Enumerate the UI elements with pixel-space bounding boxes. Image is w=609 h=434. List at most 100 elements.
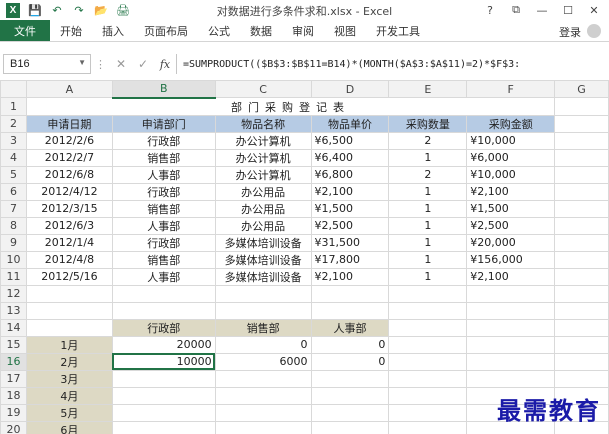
data-cell[interactable]: 2012/3/15 <box>25 199 113 218</box>
data-cell[interactable]: ¥10,000 <box>466 165 556 184</box>
tab-insert[interactable]: 插入 <box>92 20 134 41</box>
header-date[interactable]: 申请日期 <box>25 114 113 133</box>
data-cell[interactable]: 2 <box>388 131 468 150</box>
cell[interactable] <box>214 284 312 303</box>
data-cell[interactable]: ¥2,500 <box>310 216 390 235</box>
data-cell[interactable]: 1 <box>388 267 468 286</box>
summary-header[interactable]: 销售部 <box>214 318 312 337</box>
cell[interactable] <box>466 352 556 371</box>
row-header[interactable]: 13 <box>0 301 27 320</box>
data-cell[interactable]: 行政部 <box>111 182 216 201</box>
data-cell[interactable]: ¥6,800 <box>310 165 390 184</box>
column-header[interactable]: F <box>466 80 556 98</box>
data-cell[interactable]: 行政部 <box>111 131 216 150</box>
data-cell[interactable]: 多媒体培训设备 <box>214 250 312 269</box>
summary-value[interactable]: 0 <box>214 335 312 354</box>
data-cell[interactable]: ¥1,500 <box>310 199 390 218</box>
summary-month[interactable]: 5月 <box>25 403 113 422</box>
data-cell[interactable]: 办公计算机 <box>214 148 312 167</box>
data-cell[interactable]: 2012/1/4 <box>25 233 113 252</box>
data-cell[interactable]: 销售部 <box>111 148 216 167</box>
data-cell[interactable]: ¥20,000 <box>466 233 556 252</box>
select-all-corner[interactable] <box>0 80 27 98</box>
cell[interactable] <box>466 335 556 354</box>
cell[interactable] <box>388 335 468 354</box>
name-box[interactable]: B16 ▼ <box>3 54 91 74</box>
data-cell[interactable]: ¥17,800 <box>310 250 390 269</box>
data-cell[interactable]: ¥10,000 <box>466 131 556 150</box>
row-header[interactable]: 19 <box>0 403 27 422</box>
row-header[interactable]: 1 <box>0 97 27 116</box>
summary-value[interactable] <box>214 369 312 388</box>
chevron-down-icon[interactable]: ▼ <box>78 58 86 67</box>
cell[interactable] <box>388 420 468 434</box>
summary-month[interactable]: 3月 <box>25 369 113 388</box>
data-cell[interactable]: 多媒体培训设备 <box>214 267 312 286</box>
row-header[interactable]: 9 <box>0 233 27 252</box>
close-icon[interactable]: ✕ <box>581 0 607 20</box>
cell[interactable] <box>466 318 556 337</box>
tab-data[interactable]: 数据 <box>240 20 282 41</box>
column-header[interactable]: E <box>388 80 468 98</box>
data-cell[interactable]: 办公计算机 <box>214 165 312 184</box>
summary-month[interactable]: 6月 <box>25 420 113 434</box>
data-cell[interactable]: 2012/6/3 <box>25 216 113 235</box>
data-cell[interactable]: 办公计算机 <box>214 131 312 150</box>
summary-header[interactable]: 行政部 <box>111 318 216 337</box>
cell[interactable] <box>25 318 113 337</box>
redo-icon[interactable]: ↷ <box>72 3 86 17</box>
column-header[interactable]: D <box>310 80 390 98</box>
row-header[interactable]: 7 <box>0 199 27 218</box>
user-avatar-icon[interactable] <box>587 24 601 38</box>
data-cell[interactable]: ¥2,100 <box>310 267 390 286</box>
tab-home[interactable]: 开始 <box>50 20 92 41</box>
data-cell[interactable]: 人事部 <box>111 216 216 235</box>
summary-header[interactable]: 人事部 <box>310 318 390 337</box>
cell[interactable] <box>554 352 609 371</box>
tab-view[interactable]: 视图 <box>324 20 366 41</box>
data-cell[interactable]: 1 <box>388 250 468 269</box>
row-header[interactable]: 6 <box>0 182 27 201</box>
cell[interactable] <box>388 369 468 388</box>
tab-formulas[interactable]: 公式 <box>198 20 240 41</box>
data-cell[interactable]: 2012/5/16 <box>25 267 113 286</box>
cell[interactable] <box>554 250 609 269</box>
summary-value[interactable]: 0 <box>310 335 390 354</box>
cell[interactable] <box>310 284 390 303</box>
summary-value[interactable] <box>310 369 390 388</box>
summary-value[interactable] <box>214 420 312 434</box>
data-cell[interactable]: 2 <box>388 165 468 184</box>
cell[interactable] <box>554 114 609 133</box>
cell[interactable] <box>214 301 312 320</box>
cell[interactable] <box>554 267 609 286</box>
undo-icon[interactable]: ↶ <box>50 3 64 17</box>
data-cell[interactable]: 行政部 <box>111 233 216 252</box>
data-cell[interactable]: 2012/2/7 <box>25 148 113 167</box>
data-cell[interactable]: 多媒体培训设备 <box>214 233 312 252</box>
summary-value[interactable] <box>310 420 390 434</box>
header-quantity[interactable]: 采购数量 <box>388 114 468 133</box>
data-cell[interactable]: ¥2,100 <box>310 182 390 201</box>
summary-value[interactable] <box>310 403 390 422</box>
summary-value[interactable] <box>111 420 216 434</box>
row-header[interactable]: 20 <box>0 420 27 434</box>
tab-review[interactable]: 审阅 <box>282 20 324 41</box>
data-cell[interactable]: 1 <box>388 148 468 167</box>
header-item-name[interactable]: 物品名称 <box>214 114 312 133</box>
data-cell[interactable]: 人事部 <box>111 267 216 286</box>
data-cell[interactable]: ¥2,100 <box>466 182 556 201</box>
row-header[interactable]: 16 <box>0 352 27 371</box>
data-cell[interactable]: 1 <box>388 233 468 252</box>
data-cell[interactable]: 销售部 <box>111 250 216 269</box>
data-cell[interactable]: ¥2,500 <box>466 216 556 235</box>
cell[interactable] <box>554 216 609 235</box>
data-cell[interactable]: 办公用品 <box>214 216 312 235</box>
cell[interactable] <box>554 165 609 184</box>
summary-month[interactable]: 1月 <box>25 335 113 354</box>
cancel-icon[interactable]: ✕ <box>110 57 132 71</box>
insert-function-icon[interactable]: fx <box>154 58 176 71</box>
row-header[interactable]: 5 <box>0 165 27 184</box>
cell[interactable] <box>554 97 609 116</box>
cell[interactable] <box>111 284 216 303</box>
summary-value[interactable]: 10000 <box>111 352 216 371</box>
